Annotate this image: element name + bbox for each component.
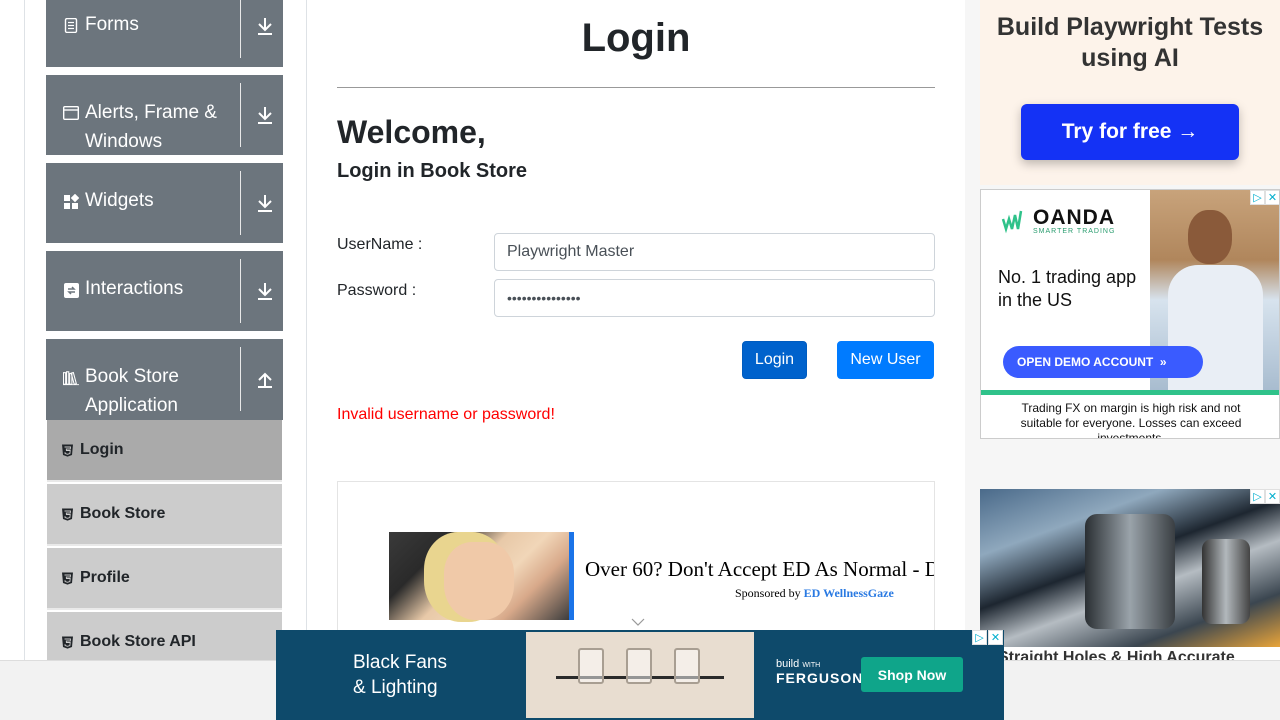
welcome-heading: Welcome, — [337, 114, 486, 150]
ad-headline[interactable]: Over 60? Don't Accept ED As Normal - Do … — [585, 557, 934, 582]
ad-ferguson[interactable]: Black Fans & Lighting build WITH FERGUSO… — [276, 630, 1004, 720]
sidebar-item-profile[interactable]: Profile — [47, 548, 282, 610]
lamp-shade — [578, 648, 604, 684]
html5-icon — [61, 508, 74, 521]
ferguson-prefix: build — [776, 658, 800, 670]
group-forms[interactable]: Forms — [46, 0, 283, 67]
close-icon[interactable]: ✕ — [1265, 190, 1279, 205]
open-demo-account-label: OPEN DEMO ACCOUNT — [1017, 355, 1154, 369]
ad-lamp-image — [526, 632, 754, 718]
download-arrow-icon[interactable] — [255, 16, 275, 36]
group-book-store-application[interactable]: Book Store Application — [46, 339, 283, 420]
username-input[interactable] — [494, 233, 935, 271]
adchoices-icon[interactable]: ▷ — [1250, 190, 1265, 205]
page-title: Login — [581, 16, 691, 60]
group-label: Book Store Application — [85, 366, 179, 416]
close-icon[interactable]: ✕ — [1265, 489, 1280, 504]
group-separator — [240, 0, 241, 58]
oanda-logo: OANDA SMARTER TRADING — [1001, 206, 1116, 235]
oanda-disclaimer: Trading FX on margin is high risk and no… — [1020, 401, 1242, 439]
adchoices-icon[interactable]: ▷ — [972, 630, 987, 645]
ad-machining-image — [980, 489, 1280, 647]
lamp-shade — [626, 648, 652, 684]
group-interactions[interactable]: Interactions — [46, 251, 283, 331]
group-alerts-frame-windows[interactable]: Alerts, Frame & Windows — [46, 75, 283, 155]
ferguson-sub: WITH — [802, 662, 821, 669]
oanda-headline: No. 1 trading app in the US — [998, 267, 1137, 310]
close-icon[interactable]: ✕ — [988, 630, 1003, 645]
sidebar-item-label: Profile — [80, 569, 130, 586]
left-rail — [24, 0, 25, 660]
open-demo-account-button[interactable]: OPEN DEMO ACCOUNT » — [1003, 346, 1203, 378]
window-icon — [63, 105, 79, 121]
ad-machining[interactable]: Straight Holes & High Accurate ▷ ✕ — [980, 489, 1280, 660]
sidebar-divider — [306, 0, 307, 660]
ad-playwright[interactable]: Build Playwright Tests using AI Try for … — [980, 0, 1280, 185]
ad-machining-caption: Straight Holes & High Accurate — [998, 649, 1235, 660]
title-divider — [337, 87, 935, 88]
ad-person-head — [1188, 210, 1232, 264]
right-ad-column: Build Playwright Tests using AI Try for … — [965, 0, 1280, 720]
oanda-brand: OANDA — [1033, 206, 1115, 229]
sidebar-item-label: Login — [80, 441, 124, 458]
ferguson-logo: build WITH FERGUSON — [776, 658, 863, 687]
group-widgets[interactable]: Widgets — [46, 163, 283, 243]
oanda-accent-bar — [981, 390, 1279, 395]
group-separator — [240, 259, 241, 323]
sidebar-item-login[interactable]: Login — [47, 420, 282, 482]
try-for-free-button[interactable]: Try for free → — [1021, 104, 1239, 160]
ad-sponsor: Sponsored by ED WellnessGaze — [735, 586, 894, 601]
ferguson-name: FERGUSON — [776, 670, 864, 686]
download-arrow-icon[interactable] — [255, 281, 275, 301]
group-label: Interactions — [85, 278, 184, 299]
ad-playwright-title: Build Playwright Tests using AI — [996, 13, 1264, 72]
group-label: Forms — [85, 14, 139, 35]
shop-now-button[interactable]: Shop Now — [861, 657, 963, 692]
download-arrow-icon[interactable] — [255, 105, 275, 125]
adchoices-icon[interactable]: ▷ — [1250, 489, 1265, 504]
sidebar-item-label: Book Store — [80, 505, 166, 522]
form-icon — [63, 17, 79, 33]
sidebar-item-label: Book Store API — [80, 633, 196, 650]
upload-arrow-icon[interactable] — [255, 369, 275, 389]
group-separator — [240, 171, 241, 235]
download-arrow-icon[interactable] — [255, 193, 275, 213]
login-subtitle: Login in Book Store — [337, 160, 527, 182]
ad-face — [444, 542, 514, 620]
ad-sponsor-name[interactable]: ED WellnessGaze — [804, 586, 894, 600]
group-label: Widgets — [85, 190, 154, 211]
ad-photo — [389, 532, 574, 620]
oanda-tagline: SMARTER TRADING — [1033, 228, 1116, 235]
password-input[interactable] — [494, 279, 935, 317]
group-separator — [240, 83, 241, 147]
widgets-icon — [63, 194, 79, 210]
machine-part — [1085, 514, 1175, 629]
login-button[interactable]: Login — [742, 341, 807, 379]
error-message: Invalid username or password! — [337, 406, 555, 423]
group-separator — [240, 347, 241, 411]
password-label: Password : — [337, 282, 417, 299]
chevron-down-icon[interactable] — [631, 614, 645, 626]
new-user-button[interactable]: New User — [837, 341, 934, 379]
ferguson-text: Black Fans & Lighting — [353, 652, 447, 698]
books-icon — [63, 370, 79, 386]
group-label: Alerts, Frame & Windows — [85, 102, 217, 152]
oanda-mark-icon — [1001, 209, 1025, 235]
sidebar-item-book-store[interactable]: Book Store — [47, 484, 282, 546]
interactions-icon — [63, 282, 79, 298]
html5-icon — [61, 572, 74, 585]
ad-sponsor-prefix: Sponsored by — [735, 586, 801, 600]
machine-part — [1202, 539, 1250, 624]
double-chevron-right-icon: » — [1159, 355, 1167, 369]
html5-icon — [61, 444, 74, 457]
lamp-shade — [674, 648, 700, 684]
ad-oanda[interactable]: OANDA SMARTER TRADING No. 1 trading app … — [980, 189, 1280, 439]
html5-icon — [61, 636, 74, 649]
username-label: UserName : — [337, 236, 423, 253]
